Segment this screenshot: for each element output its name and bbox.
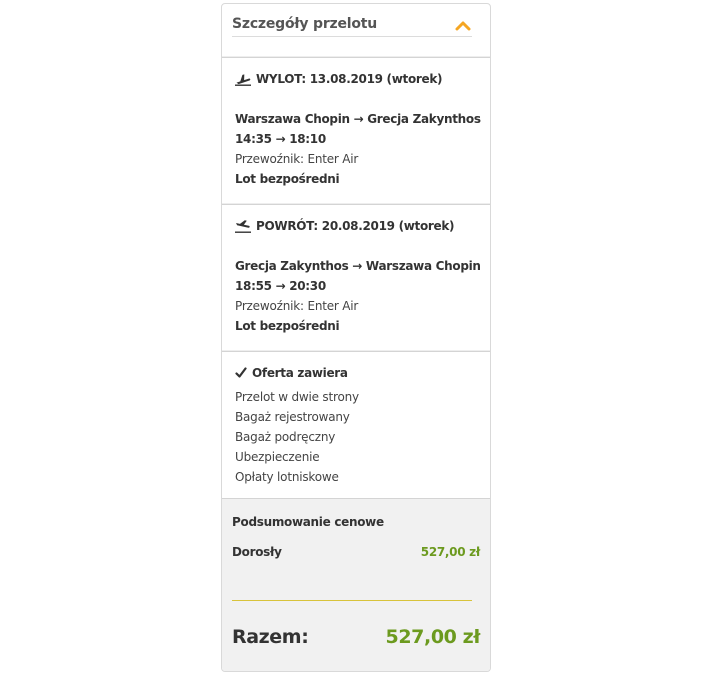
- offer-heading-row: Oferta zawiera: [235, 366, 348, 380]
- outbound-heading: WYLOT: 13.08.2019 (wtorek): [256, 72, 443, 86]
- offer-item: Przelot w dwie strony: [235, 390, 359, 404]
- checkmark-icon: [235, 367, 247, 378]
- adult-price-value: 527,00 zł: [420, 545, 481, 559]
- offer-heading: Oferta zawiera: [252, 366, 348, 380]
- price-summary-title: Podsumowanie cenowe: [232, 515, 384, 529]
- outbound-route: Warszawa Chopin → Grecja Zakynthos: [235, 112, 481, 126]
- return-route: Grecja Zakynthos → Warszawa Chopin: [235, 259, 481, 273]
- plane-landing-icon: [235, 220, 251, 233]
- adult-price-label: Dorosły: [232, 545, 282, 559]
- flight-details-header[interactable]: Szczegóły przelotu: [222, 4, 490, 57]
- summary-divider: [232, 600, 472, 601]
- chevron-up-icon[interactable]: [454, 18, 472, 32]
- total-price-value: 527,00 zł: [385, 626, 481, 648]
- total-label: Razem:: [232, 626, 309, 648]
- offer-items-list: Przelot w dwie strony Bagaż rejestrowany…: [235, 387, 359, 487]
- offer-item: Opłaty lotniskowe: [235, 470, 339, 484]
- header-divider: [232, 36, 472, 37]
- offer-item: Bagaż podręczny: [235, 430, 336, 444]
- outbound-flight-section: WYLOT: 13.08.2019 (wtorek) Warszawa Chop…: [222, 57, 490, 205]
- return-heading: POWRÓT: 20.08.2019 (wtorek): [256, 219, 455, 233]
- return-heading-row: POWRÓT: 20.08.2019 (wtorek): [234, 217, 455, 235]
- return-flight-section: POWRÓT: 20.08.2019 (wtorek) Grecja Zakyn…: [222, 204, 490, 352]
- offer-item: Ubezpieczenie: [235, 450, 320, 464]
- outbound-heading-row: WYLOT: 13.08.2019 (wtorek): [234, 70, 443, 88]
- return-carrier: Przewoźnik: Enter Air: [235, 299, 359, 313]
- offer-item: Bagaż rejestrowany: [235, 410, 350, 424]
- return-flight-type: Lot bezpośredni: [235, 319, 340, 333]
- return-times: 18:55 → 20:30: [235, 279, 326, 293]
- price-summary-section: Podsumowanie cenowe Dorosły 527,00 zł Ra…: [222, 498, 490, 671]
- flight-details-panel: Szczegóły przelotu WYLOT: 13.08.2019 (wt…: [221, 3, 491, 672]
- panel-title: Szczegóły przelotu: [232, 16, 378, 32]
- outbound-carrier: Przewoźnik: Enter Air: [235, 152, 359, 166]
- outbound-times: 14:35 → 18:10: [235, 132, 326, 146]
- plane-takeoff-icon: [235, 74, 251, 86]
- outbound-flight-type: Lot bezpośredni: [235, 172, 340, 186]
- offer-includes-section: Oferta zawiera Przelot w dwie strony Bag…: [222, 351, 490, 499]
